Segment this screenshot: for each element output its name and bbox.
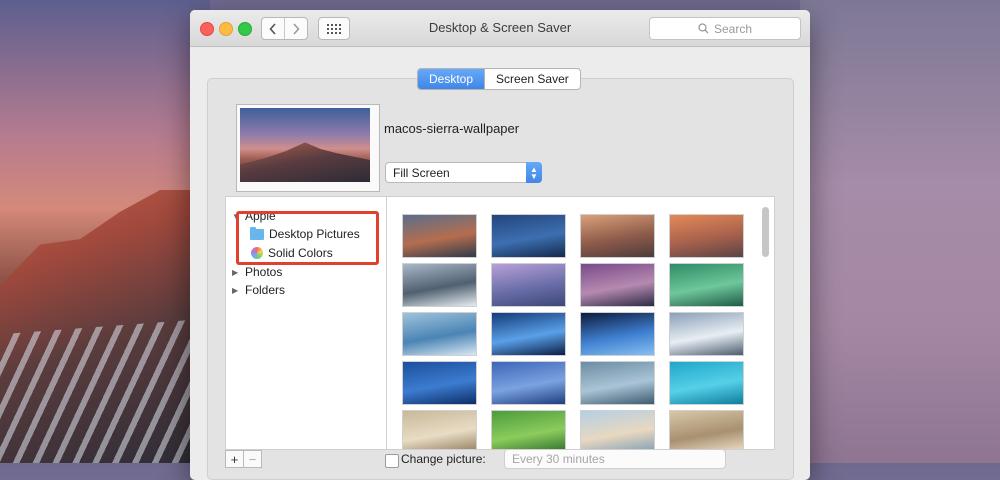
annotation-highlight-box [236, 211, 379, 265]
grid-scrollbar[interactable] [762, 207, 769, 257]
wallpaper-thumbnail[interactable] [491, 312, 566, 356]
sidebar-group-folders[interactable]: ▶ Folders [232, 283, 285, 297]
interval-select[interactable]: Every 30 minutes [504, 449, 726, 469]
wallpaper-thumbnail[interactable] [491, 361, 566, 405]
search-field[interactable]: Search [649, 17, 801, 40]
search-placeholder: Search [713, 21, 753, 36]
disclosure-closed-icon: ▶ [232, 267, 239, 277]
wallpaper-thumbnail[interactable] [402, 410, 477, 449]
preferences-window: Desktop & Screen Saver Search Desktop Sc… [190, 10, 810, 480]
title-bar: Desktop & Screen Saver Search [190, 10, 810, 47]
wallpaper-thumbnail[interactable] [580, 361, 655, 405]
change-picture-checkbox[interactable] [385, 454, 399, 468]
wallpaper-name: macos-sierra-wallpaper [384, 121, 520, 136]
preview-image [240, 108, 370, 182]
sidebar-group-label: Folders [245, 283, 286, 297]
tab-screen-saver[interactable]: Screen Saver [484, 69, 580, 89]
add-folder-button[interactable]: + [225, 450, 244, 468]
wallpaper-thumbnail[interactable] [402, 312, 477, 356]
fit-option-value: Fill Screen [393, 165, 450, 180]
search-icon [698, 23, 709, 34]
wallpaper-thumbnail[interactable] [669, 263, 744, 307]
desktop-snow [0, 320, 190, 463]
wallpaper-thumbnail[interactable] [491, 214, 566, 258]
sidebar-group-label: Photos [245, 265, 283, 279]
updown-arrows-icon: ▲ ▼ [526, 162, 542, 183]
remove-folder-button[interactable]: − [243, 450, 262, 468]
wallpaper-thumbnail[interactable] [669, 214, 744, 258]
wallpaper-thumbnail[interactable] [491, 263, 566, 307]
wallpaper-thumbnail[interactable] [402, 263, 477, 307]
tab-bar: Desktop Screen Saver [417, 68, 581, 90]
disclosure-closed-icon: ▶ [232, 285, 239, 295]
wallpaper-thumbnail[interactable] [580, 263, 655, 307]
wallpaper-thumbnail[interactable] [580, 214, 655, 258]
sidebar-group-photos[interactable]: ▶ Photos [232, 265, 282, 279]
desktop-background-right [800, 0, 1000, 463]
wallpaper-thumbnail[interactable] [402, 214, 477, 258]
wallpaper-thumbnail[interactable] [669, 410, 744, 449]
wallpaper-thumbnail[interactable] [669, 312, 744, 356]
wallpaper-thumbnail[interactable] [580, 410, 655, 449]
wallpaper-thumbnail[interactable] [580, 312, 655, 356]
wallpaper-thumbnail[interactable] [402, 361, 477, 405]
wallpaper-grid [386, 196, 775, 450]
wallpaper-thumbnail[interactable] [669, 361, 744, 405]
change-picture-label: Change picture: [401, 452, 486, 466]
wallpaper-thumbnail[interactable] [491, 410, 566, 449]
interval-value: Every 30 minutes [512, 452, 605, 466]
tab-desktop[interactable]: Desktop [418, 69, 485, 89]
fit-option-select[interactable]: Fill Screen ▲ ▼ [385, 162, 542, 183]
wallpaper-preview [236, 104, 380, 192]
